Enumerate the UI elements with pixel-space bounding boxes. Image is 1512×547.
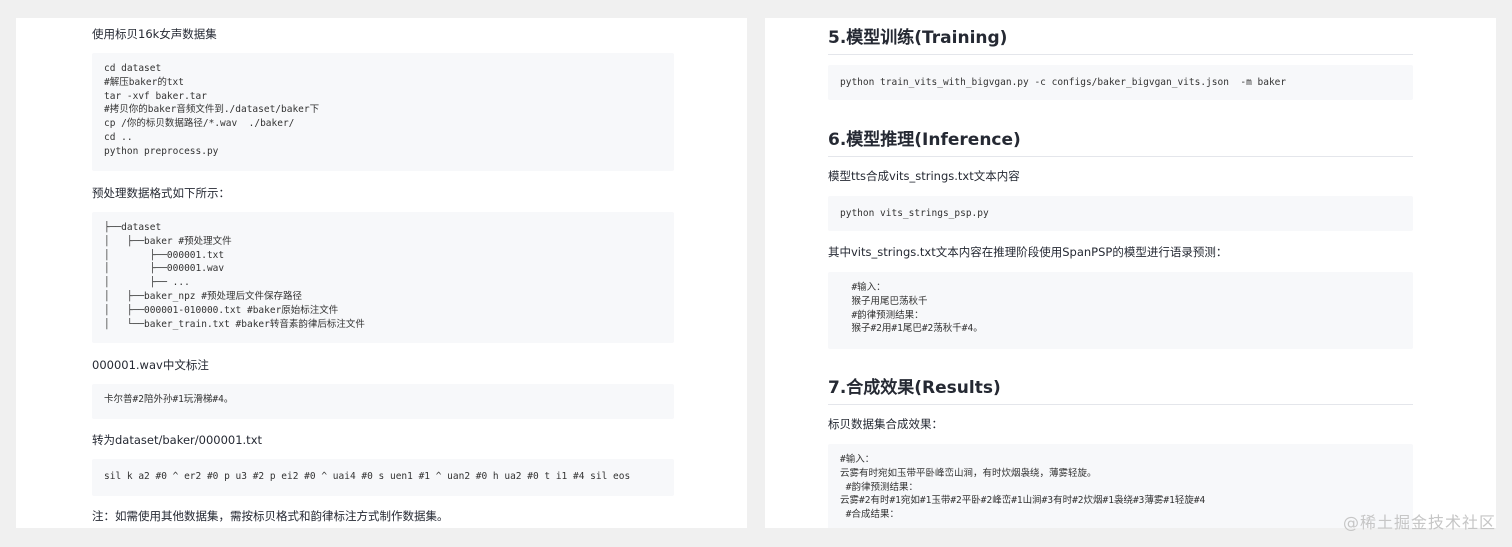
results-intro-text: 标贝数据集合成效果： xyxy=(828,417,943,431)
inference-intro-text: 模型tts合成vits_strings.txt文本内容 xyxy=(828,169,1020,183)
results-heading: 7.合成效果(Results) xyxy=(828,376,1413,405)
prepare-code-block: cd dataset #解压baker的txt tar -xvf baker.t… xyxy=(92,53,674,171)
training-heading: 5.模型训练(Training) xyxy=(828,26,1413,55)
label-intro-text: 000001.wav中文标注 xyxy=(92,358,209,372)
format-intro-text: 预处理数据格式如下所示： xyxy=(92,186,230,200)
left-article-panel: 使用标贝16k女声数据集 cd dataset #解压baker的txt tar… xyxy=(16,18,747,528)
inference-heading: 6.模型推理(Inference) xyxy=(828,128,1413,157)
phoneme-code-block: sil k a2 #0 ^ er2 #0 p u3 #2 p ei2 #0 ^ … xyxy=(92,459,674,496)
dataset-note-text: 注：如需使用其他数据集，需按标贝格式和韵律标注方式制作数据集。 xyxy=(92,509,449,523)
results-code-block: #输入： 云雾有时宛如玉带平卧峰峦山涧，有时炊烟袅绕，薄雾轻旋。 #韵律预测结果… xyxy=(828,444,1413,528)
infer-code-block: python vits_strings_psp.py xyxy=(828,196,1413,231)
dataset-intro-text: 使用标贝16k女声数据集 xyxy=(92,27,217,41)
label-code-block: 卡尔普#2陪外孙#1玩滑梯#4。 xyxy=(92,384,674,419)
site-watermark: @稀土掘金技术社区 xyxy=(1342,513,1496,532)
prosody-intro-text: 其中vits_strings.txt文本内容在推理阶段使用SpanPSP的模型进… xyxy=(828,245,1228,259)
convert-intro-text: 转为dataset/baker/000001.txt xyxy=(92,433,263,447)
prosody-code-block: #输入： 猴子用尾巴荡秋千 #韵律预测结果： 猴子#2用#1尾巴#2荡秋千#4。 xyxy=(828,272,1413,349)
right-article-panel: 5.模型训练(Training) python train_vits_with_… xyxy=(765,18,1496,528)
directory-tree-code-block: ├──dataset │ ├──baker #预处理文件 │ ├──000001… xyxy=(92,212,674,343)
train-code-block: python train_vits_with_bigvgan.py -c con… xyxy=(828,65,1413,100)
